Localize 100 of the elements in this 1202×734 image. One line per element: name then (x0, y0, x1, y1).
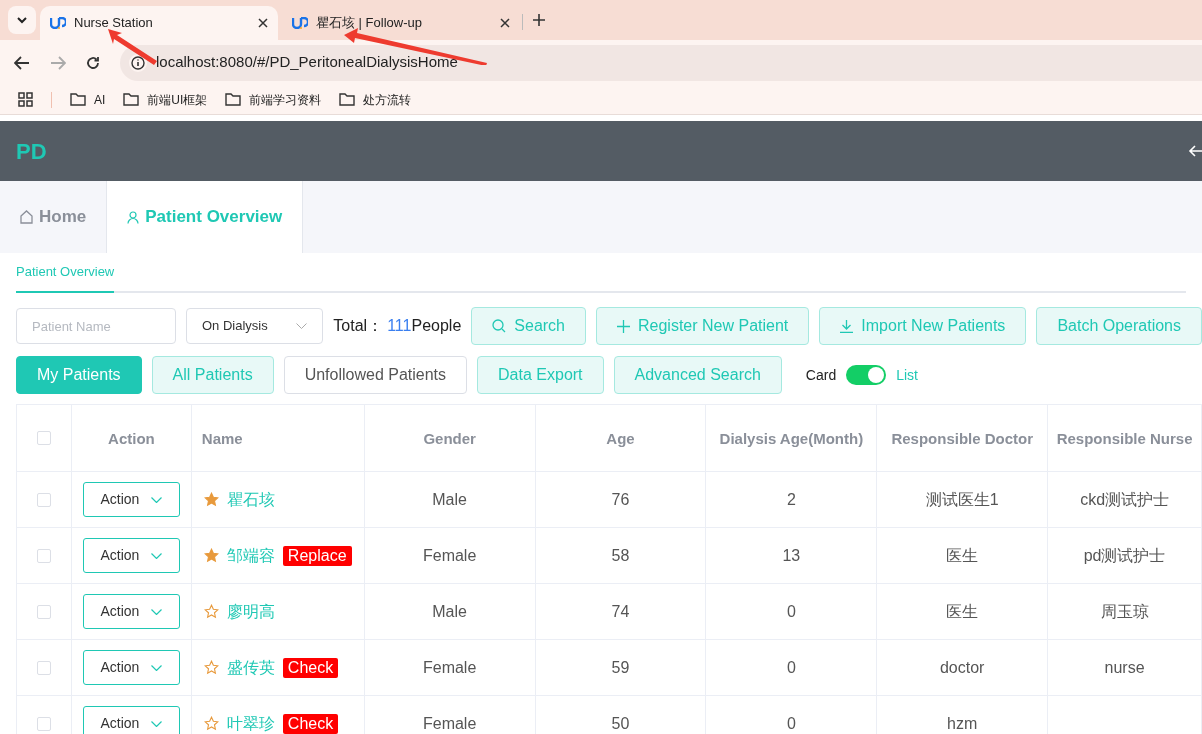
column-header: Dialysis Age(Month) (719, 428, 864, 449)
table-cell-text: 74 (611, 601, 630, 622)
app-logo-icon (292, 17, 308, 29)
table-cell-text: doctor (939, 657, 985, 678)
bookmark-item[interactable]: AI (70, 90, 106, 109)
apps-icon[interactable] (18, 92, 33, 107)
table-cell-text: Female (422, 657, 477, 678)
tab-title: 瞿石垓 | Follow-up (316, 14, 423, 33)
bookmark-item[interactable]: 前端学习资料 (225, 90, 322, 109)
column-header: Responsible Nurse (1056, 428, 1193, 449)
bookmark-item[interactable]: 前端UI框架 (123, 90, 208, 109)
column-header: Name (201, 428, 243, 449)
close-icon[interactable] (500, 18, 510, 28)
folder-icon (123, 93, 140, 106)
arrow-left-icon[interactable] (1188, 145, 1202, 157)
nav-tab[interactable]: Home (0, 181, 107, 253)
action-dropdown[interactable]: Action (82, 650, 180, 685)
patient-name-link[interactable]: 盛传英 (226, 655, 275, 680)
bookmark-item[interactable]: 处方流转 (339, 90, 412, 109)
folder-icon (225, 93, 242, 106)
star-icon[interactable] (203, 548, 219, 563)
tab-list-button[interactable] (8, 6, 36, 34)
status-select[interactable]: On Dialysis (186, 308, 324, 344)
register-button[interactable]: Register New Patient (596, 307, 810, 345)
view-switch[interactable] (846, 365, 887, 385)
table-cell-text: nurse (1104, 657, 1145, 678)
close-icon[interactable] (258, 18, 268, 28)
browser-tab[interactable]: 瞿石垓 | Follow-up (282, 6, 520, 40)
url-text: localhost:8080/#/PD_PeritonealDialysisHome (156, 52, 458, 73)
row-checkbox[interactable] (36, 492, 51, 507)
patient-name-field[interactable]: Patient Name (16, 308, 176, 344)
folder-icon (339, 93, 356, 106)
action-dropdown[interactable]: Action (82, 482, 180, 517)
table-cell-text: 周玉琼 (1100, 601, 1149, 622)
filter-button[interactable]: My Patients (16, 356, 142, 394)
select-all-checkbox[interactable] (36, 431, 51, 445)
batch-operations-button[interactable]: Batch Operations (1036, 307, 1202, 345)
total-unit: People (411, 316, 462, 336)
column-header: Gender (423, 428, 476, 449)
action-dropdown[interactable]: Action (82, 538, 180, 573)
table-cell-text: 医生 (946, 545, 979, 566)
back-icon[interactable] (14, 55, 30, 70)
app-logo-icon (50, 17, 66, 29)
table-cell-text: Female (422, 713, 477, 734)
filter-button[interactable]: All Patients (151, 356, 274, 394)
status-tag: Replace (282, 545, 352, 566)
table-cell-text: 59 (611, 657, 630, 678)
plus-icon (617, 319, 630, 333)
star-icon[interactable] (203, 604, 219, 619)
total-count: 111 (387, 316, 412, 336)
star-icon[interactable] (203, 716, 219, 731)
card-label: Card (805, 365, 837, 385)
address-bar[interactable]: localhost:8080/#/PD_PeritonealDialysisHome (120, 44, 1202, 81)
bookmark-label: 前端UI框架 (147, 91, 208, 109)
action-dropdown[interactable]: Action (82, 594, 180, 629)
search-button[interactable]: Search (471, 307, 586, 345)
search-icon (492, 319, 507, 333)
filter-button[interactable]: Unfollowed Patients (283, 356, 468, 394)
forward-icon[interactable] (50, 55, 66, 70)
column-header: Responsible Doctor (891, 428, 1034, 449)
chevron-down-icon (151, 664, 163, 671)
table-cell-text: 13 (782, 545, 801, 566)
patient-name-link[interactable]: 邹端容 (226, 543, 275, 568)
folder-icon (70, 93, 86, 106)
reload-icon[interactable] (86, 55, 100, 70)
filter-button[interactable]: Data Export (477, 356, 604, 394)
home-icon (20, 210, 33, 224)
nav-tab[interactable]: Patient Overview (106, 181, 304, 253)
star-icon[interactable] (203, 492, 219, 507)
table-cell-text: 76 (611, 489, 630, 510)
table-cell-text: Female (422, 545, 477, 566)
total-label: Total： (333, 316, 384, 336)
row-checkbox[interactable] (36, 660, 51, 675)
browser-tab[interactable]: Nurse Station (40, 6, 278, 40)
table-cell-text: 50 (611, 713, 630, 734)
filter-button[interactable]: Advanced Search (613, 356, 782, 394)
user-icon (127, 210, 140, 224)
chevron-down-icon (151, 720, 163, 727)
import-button[interactable]: Import New Patients (819, 307, 1027, 345)
table-cell-text: 58 (611, 545, 630, 566)
patient-name-link[interactable]: 叶翠珍 (226, 711, 275, 734)
sub-tab[interactable]: Patient Overview (16, 253, 115, 293)
action-dropdown[interactable]: Action (82, 706, 180, 734)
bookmark-label: AI (94, 91, 106, 109)
table-cell-text: 2 (786, 489, 796, 510)
chevron-down-icon (151, 608, 163, 615)
row-checkbox[interactable] (36, 548, 51, 563)
row-checkbox[interactable] (36, 604, 51, 619)
patient-name-link[interactable]: 瞿石垓 (226, 487, 275, 512)
chevron-down-icon (296, 323, 308, 329)
bookmark-label: 处方流转 (363, 91, 412, 109)
table-cell-text: 测试医生1 (925, 489, 999, 510)
table-cell-text: Male (432, 601, 467, 622)
row-checkbox[interactable] (36, 716, 51, 731)
table-cell-text: 0 (786, 713, 796, 734)
table-cell-text: 0 (786, 657, 796, 678)
table-cell-text: ckd测试护士 (1080, 489, 1170, 510)
star-icon[interactable] (203, 660, 219, 675)
status-tag: Check (282, 713, 339, 734)
patient-name-link[interactable]: 廖明高 (226, 599, 275, 624)
